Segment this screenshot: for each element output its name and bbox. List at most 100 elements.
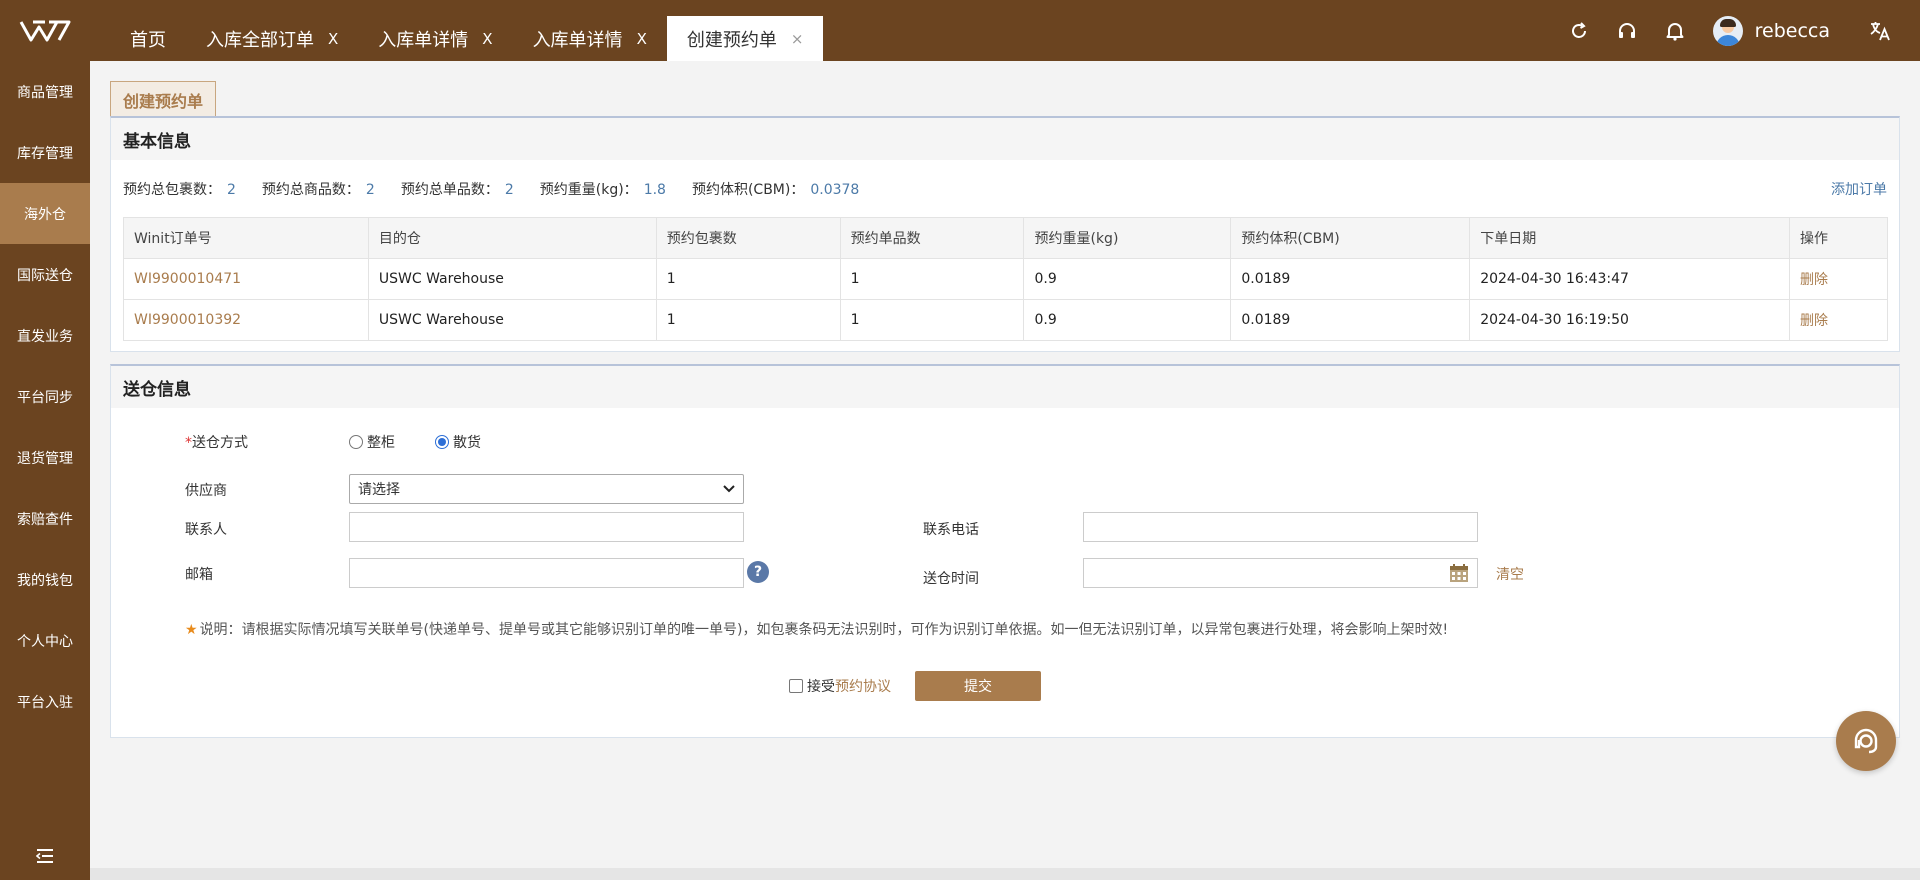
collapse-menu-icon[interactable] <box>0 844 90 868</box>
sidebar: 商品管理 库存管理 海外仓 国际送仓 直发业务 平台同步 退货管理 索赔查件 我… <box>0 61 90 880</box>
summary-item: 预约重量(kg)： 1.8 <box>540 179 666 199</box>
submit-button[interactable]: 提交 <box>915 671 1041 701</box>
close-icon[interactable]: X <box>637 30 647 48</box>
delete-link[interactable]: 删除 <box>1789 258 1888 300</box>
customer-service-button[interactable] <box>1836 711 1896 771</box>
weight-cell: 0.9 <box>1023 258 1232 300</box>
top-bar: 首页 入库全部订单 X 入库单详情 X 入库单详情 X 创建预约单 × rebecca <box>0 0 1920 61</box>
sidebar-item-label: 库存管理 <box>17 145 73 162</box>
sidebar-item-label: 索赔查件 <box>17 511 73 528</box>
add-order-link[interactable]: 添加订单 <box>1831 179 1887 199</box>
sidebar-item-intl-delivery[interactable]: 国际送仓 <box>0 244 90 305</box>
column-header: 下单日期 <box>1469 217 1790 259</box>
sidebar-item-label: 我的钱包 <box>17 572 73 589</box>
sidebar-item-claims[interactable]: 索赔查件 <box>0 488 90 549</box>
packages-cell: 1 <box>655 258 841 300</box>
sidebar-item-label: 国际送仓 <box>17 267 73 284</box>
column-header: 预约包裹数 <box>655 217 841 259</box>
sidebar-item-inventory[interactable]: 库存管理 <box>0 122 90 183</box>
sidebar-item-label: 平台同步 <box>17 389 73 406</box>
summary-value: 2 <box>504 182 514 198</box>
radio-label: 整柜 <box>367 435 395 451</box>
column-header: 预约单品数 <box>839 217 1025 259</box>
tab-inbound-detail-2[interactable]: 入库单详情 X <box>513 16 667 61</box>
contact-input[interactable] <box>349 512 744 542</box>
summary-item: 预约总包裹数： 2 <box>123 179 236 199</box>
tab-label: 入库单详情 <box>532 29 623 51</box>
translate-icon[interactable] <box>1856 0 1904 61</box>
tab-inbound-detail-1[interactable]: 入库单详情 X <box>358 16 512 61</box>
user-menu[interactable]: rebecca <box>1712 15 1830 46</box>
volume-cell: 0.0189 <box>1230 258 1471 300</box>
summary-item: 预约体积(CBM)： 0.0378 <box>692 179 859 199</box>
order-number-link[interactable]: WI9900010471 <box>123 258 369 300</box>
support-agent-icon <box>1854 728 1878 754</box>
tab-label: 入库单详情 <box>378 29 469 51</box>
summary-item: 预约总单品数： 2 <box>401 179 514 199</box>
sidebar-item-platform-join[interactable]: 平台入驻 <box>0 671 90 732</box>
summary-item: 预约总商品数： 2 <box>262 179 375 199</box>
username: rebecca <box>1754 19 1830 42</box>
radio-bulk-cargo[interactable]: 散货 <box>435 432 481 452</box>
avatar <box>1712 15 1743 46</box>
agree-label: 接受 <box>807 679 835 695</box>
section-title: 送仓信息 <box>111 366 1899 408</box>
email-input[interactable] <box>349 558 744 588</box>
sidebar-item-product[interactable]: 商品管理 <box>0 61 90 122</box>
summary-label: 预约重量(kg)： <box>539 182 638 198</box>
agree-checkbox[interactable] <box>789 679 803 693</box>
sidebar-item-label: 平台入驻 <box>17 694 73 711</box>
tab-label: 创建预约单 <box>686 29 777 51</box>
sidebar-item-direct-shipping[interactable]: 直发业务 <box>0 305 90 366</box>
column-header: 目的仓 <box>367 217 657 259</box>
supplier-label: 供应商 <box>185 483 227 499</box>
clear-time-link[interactable]: 清空 <box>1496 564 1524 584</box>
delivery-info-panel: 送仓信息 *送仓方式 整柜 散货 供应商 请选择 联系人 联系电话 邮箱 ? 送… <box>110 364 1900 738</box>
tab-home[interactable]: 首页 <box>110 16 186 61</box>
summary-label: 预约总商品数： <box>261 182 360 198</box>
headset-icon[interactable] <box>1603 0 1651 61</box>
sidebar-item-platform-sync[interactable]: 平台同步 <box>0 366 90 427</box>
agree-terms: 接受 预约协议 <box>789 676 891 696</box>
sidebar-item-profile[interactable]: 个人中心 <box>0 610 90 671</box>
close-icon[interactable]: X <box>482 30 492 48</box>
horizontal-scrollbar[interactable] <box>90 868 1920 880</box>
summary-value: 1.8 <box>643 182 666 198</box>
note-text: ★ 说明：请根据实际情况填写关联单号(快递单号、提单号或其它能够识别订单的唯一单号… <box>185 620 1485 640</box>
agreement-link[interactable]: 预约协议 <box>835 676 891 696</box>
refresh-icon[interactable] <box>1555 0 1603 61</box>
required-mark: * <box>185 435 192 451</box>
basic-info-panel: 基本信息 预约总包裹数： 2 预约总商品数： 2 预约总单品数： 2 预约重量(kg)… <box>110 116 1900 352</box>
tab-all-inbound-orders[interactable]: 入库全部订单 X <box>186 16 358 61</box>
help-icon[interactable]: ? <box>747 561 769 583</box>
radio-circle <box>435 435 449 449</box>
sidebar-item-overseas-warehouse[interactable]: 海外仓 <box>0 183 90 244</box>
section-title: 基本信息 <box>111 118 1899 160</box>
sidebar-item-returns[interactable]: 退货管理 <box>0 427 90 488</box>
warehouse-cell: USWC Warehouse <box>367 299 657 341</box>
supplier-select[interactable]: 请选择 <box>349 474 744 504</box>
sidebar-item-wallet[interactable]: 我的钱包 <box>0 549 90 610</box>
tab-create-appointment[interactable]: 创建预约单 × <box>666 16 824 61</box>
packages-cell: 1 <box>655 299 841 341</box>
main-content: 创建预约单 基本信息 预约总包裹数： 2 预约总商品数： 2 预约总单品数： 2 预约… <box>90 61 1920 880</box>
tab-bar: 首页 入库全部订单 X 入库单详情 X 入库单详情 X 创建预约单 × <box>110 16 824 61</box>
sidebar-item-label: 个人中心 <box>17 633 73 650</box>
summary-bar: 预约总包裹数： 2 预约总商品数： 2 预约总单品数： 2 预约重量(kg)： 1.8 … <box>123 179 885 199</box>
summary-value: 0.0378 <box>810 182 860 198</box>
order-number-link[interactable]: WI9900010392 <box>123 299 369 341</box>
items-cell: 1 <box>839 258 1025 300</box>
orders-table: Winit订单号 目的仓 预约包裹数 预约单品数 预约重量(kg) 预约体积(C… <box>123 217 1888 341</box>
radio-full-container[interactable]: 整柜 <box>349 432 395 452</box>
close-icon[interactable]: X <box>328 30 338 48</box>
delivery-time-input[interactable] <box>1083 558 1478 588</box>
note-prefix: 说明： <box>199 622 242 638</box>
bell-icon[interactable] <box>1651 0 1699 61</box>
calendar-icon[interactable] <box>1449 563 1469 583</box>
table-header-row: Winit订单号 目的仓 预约包裹数 预约单品数 预约重量(kg) 预约体积(C… <box>123 217 1888 259</box>
close-icon[interactable]: × <box>791 30 804 48</box>
logo[interactable] <box>0 0 90 61</box>
sidebar-item-label: 退货管理 <box>17 450 73 467</box>
delete-link[interactable]: 删除 <box>1789 299 1888 341</box>
phone-input[interactable] <box>1083 512 1478 542</box>
